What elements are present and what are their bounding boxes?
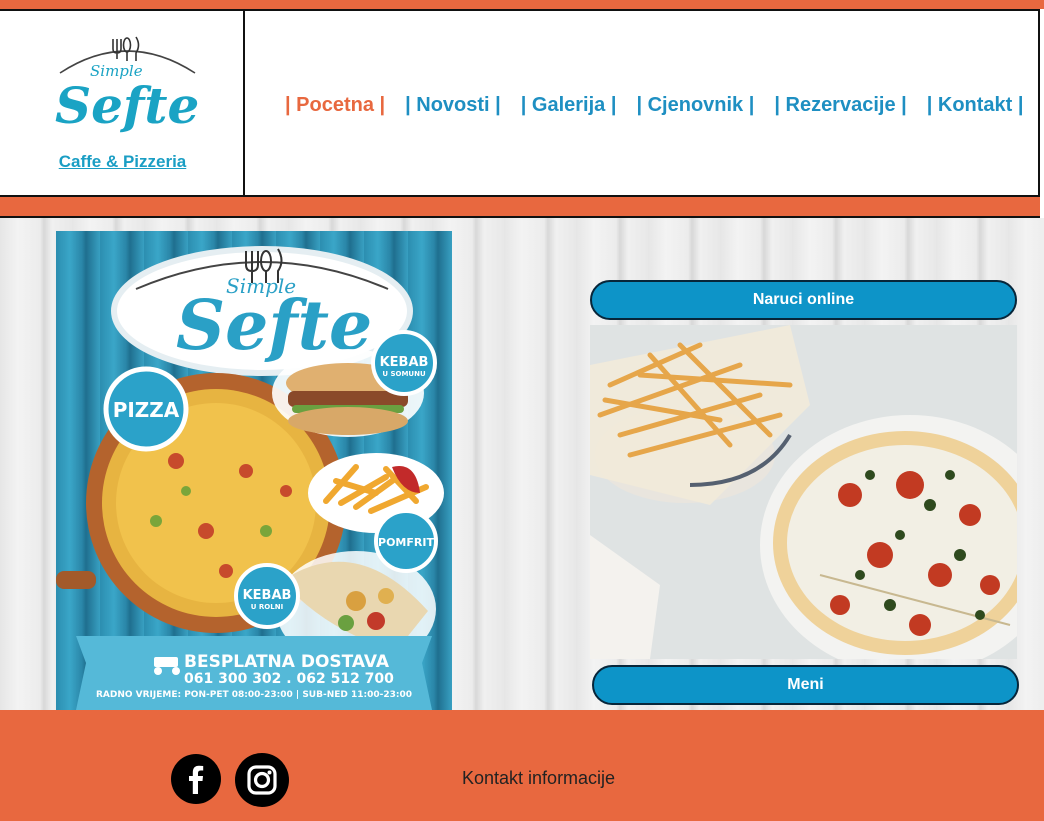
site-footer: Kontakt informacije [0, 710, 1044, 821]
badge-kebab-somun-sub: U SOMUNU [382, 370, 426, 378]
working-hours: RADNO VRIJEME: PON-PET 08:00-23:00 | SUB… [96, 690, 412, 700]
badge-pizza: PIZZA [103, 366, 189, 452]
badge-kebab-somun: KEBAB U SOMUNU [371, 330, 437, 396]
sefte-logo[interactable]: Simple Sefte [45, 31, 210, 141]
order-online-button[interactable]: Naruci online [590, 280, 1017, 320]
facebook-icon [189, 765, 204, 794]
nav-item-pocetna[interactable]: | Pocetna | [285, 94, 385, 117]
brand-subtitle-link[interactable]: Caffe & Pizzeria [0, 152, 245, 172]
menu-button[interactable]: Meni [592, 665, 1019, 705]
instagram-link[interactable] [235, 753, 289, 807]
main-nav: | Pocetna | | Novosti | | Galerija | | C… [285, 94, 1043, 117]
top-accent-bar [0, 0, 1044, 9]
cutlery-icon [112, 36, 140, 61]
poster-art: Simple Sefte PIZZA KEBAB U SOMUNU POMFRI… [56, 246, 444, 710]
delivery-phones: 061 300 302 . 062 512 700 [184, 671, 394, 687]
header-accent-strip [0, 197, 1040, 218]
facebook-link[interactable] [171, 754, 221, 804]
site-header: Simple Sefte Caffe & Pizzeria | Pocetna … [0, 9, 1040, 197]
badge-kebab-rolni: KEBAB U ROLNI [234, 563, 300, 629]
food-photo-art [590, 325, 1017, 659]
delivery-banner: BESPLATNA DOSTAVA 061 300 302 . 062 512 … [76, 636, 432, 710]
nav-item-galerija[interactable]: | Galerija | [521, 94, 617, 117]
main-content: Simple Sefte PIZZA KEBAB U SOMUNU POMFRI… [0, 218, 1044, 710]
promo-poster: Simple Sefte PIZZA KEBAB U SOMUNU POMFRI… [56, 231, 452, 710]
badge-pizza-label: PIZZA [113, 398, 180, 422]
food-photo [590, 325, 1017, 659]
nav-item-novosti[interactable]: | Novosti | [405, 94, 501, 117]
logo-large-text: Sefte [55, 76, 199, 135]
badge-pomfrit-label: POMFRIT [378, 536, 434, 549]
badge-kebab-somun-title: KEBAB [380, 355, 429, 370]
nav-item-rezervacije[interactable]: | Rezervacije | [774, 94, 906, 117]
badge-kebab-rolni-sub: U ROLNI [251, 603, 283, 611]
nav-item-cjenovnik[interactable]: | Cjenovnik | [636, 94, 754, 117]
badge-kebab-rolni-title: KEBAB [243, 588, 292, 603]
logo-cell: Simple Sefte Caffe & Pizzeria [0, 11, 245, 195]
badge-pomfrit: POMFRIT [374, 509, 438, 573]
delivery-title: BESPLATNA DOSTAVA [184, 652, 390, 672]
instagram-icon [247, 765, 277, 795]
contact-info-link[interactable]: Kontakt informacije [462, 768, 615, 789]
nav-item-kontakt[interactable]: | Kontakt | [927, 94, 1024, 117]
